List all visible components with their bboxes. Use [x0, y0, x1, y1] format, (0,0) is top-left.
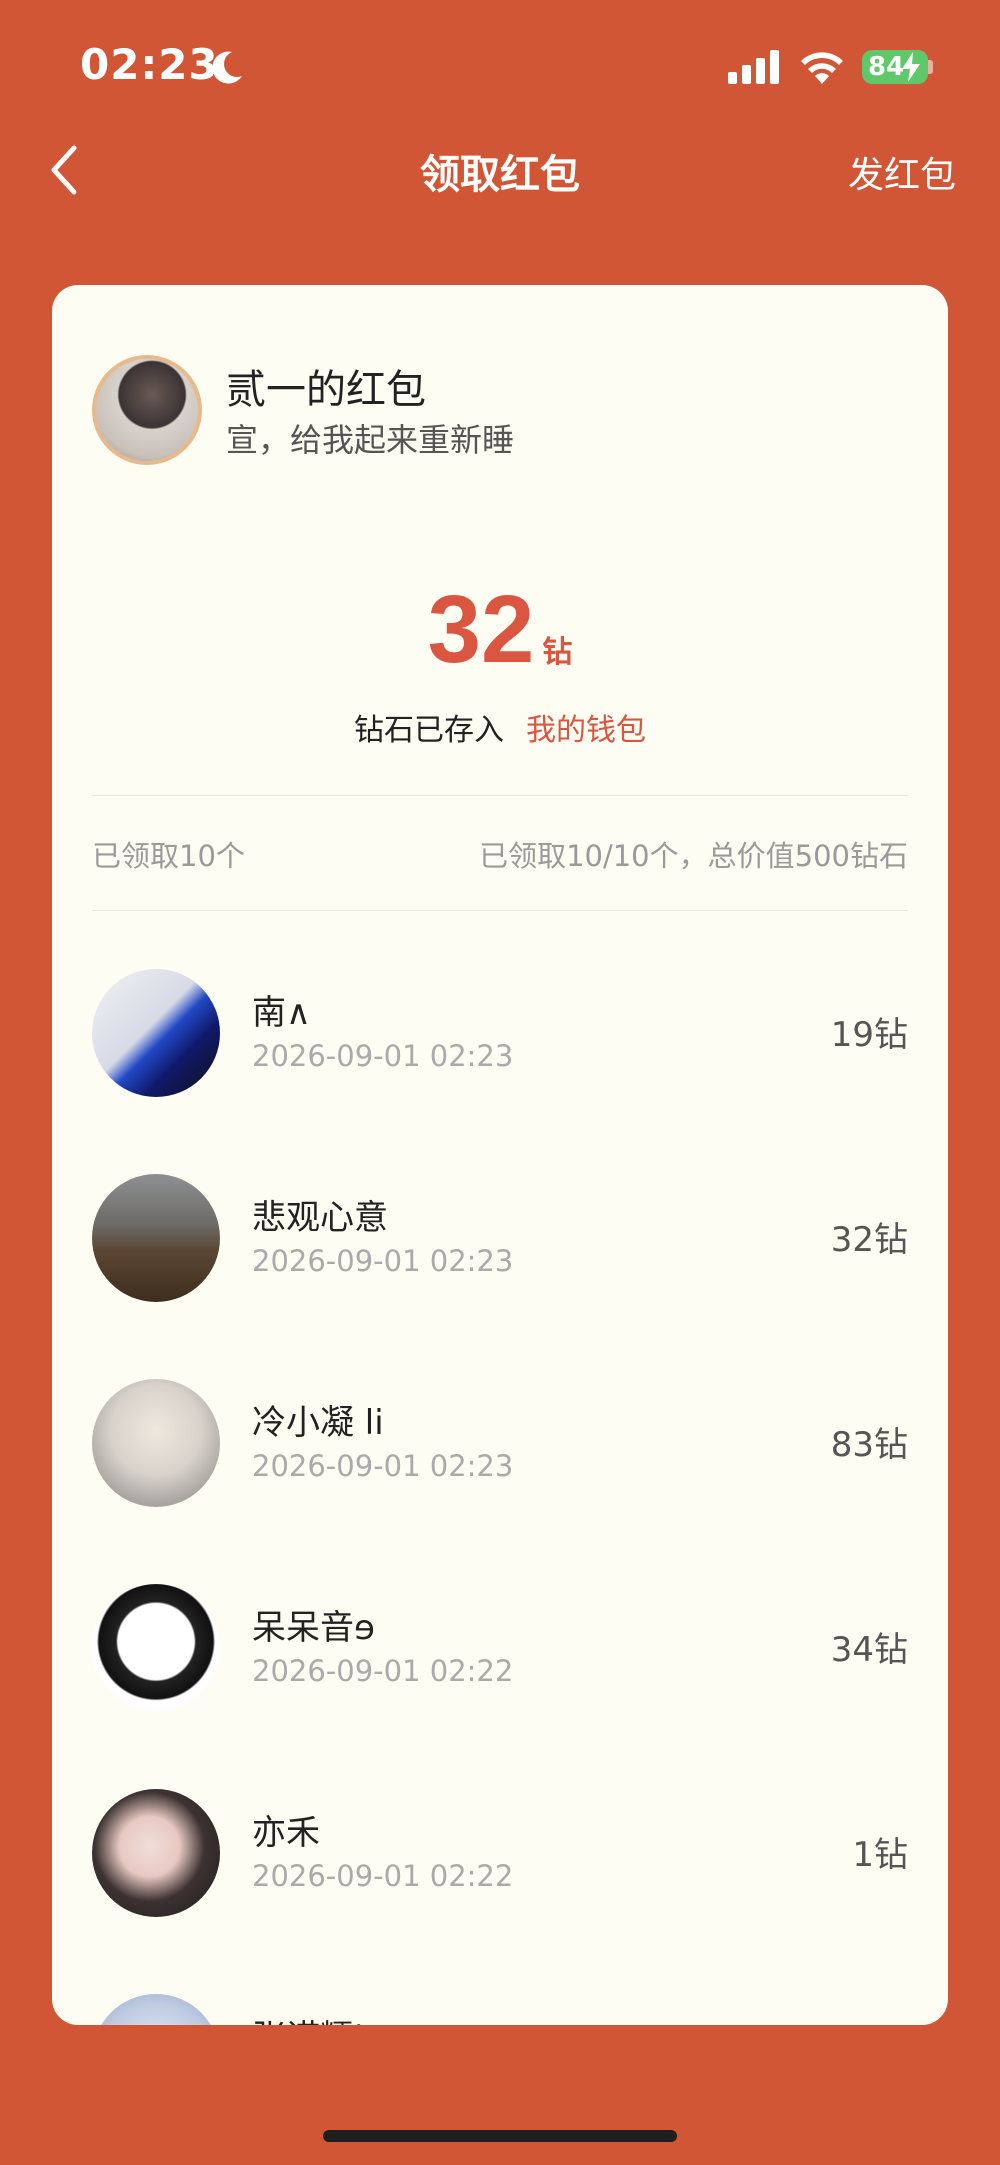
claim-time: 2026-09-01 02:22: [252, 1654, 514, 1688]
battery-cap: [928, 60, 933, 74]
avatar[interactable]: [92, 1789, 220, 1917]
wifi-icon: [801, 52, 843, 84]
sender-name: 贰一的红包: [226, 367, 426, 413]
claimer-name: 冷小凝 li: [252, 1403, 384, 1443]
claim-amount: 1钻: [852, 1835, 908, 1875]
red-packet-card: 贰一的红包 宣，给我起来重新睡 32 钻 钻石已存入 我的钱包 已领取10个 已领取…: [52, 285, 948, 2025]
avatar[interactable]: [92, 1174, 220, 1302]
list-item[interactable]: 悲观心意 2026-09-01 02:23 32钻: [52, 1150, 948, 1355]
claimer-name: 张诺糯': [252, 2010, 363, 2025]
claim-amount: 34钻: [830, 1630, 908, 1670]
claim-amount: 32钻: [830, 1220, 908, 1260]
divider: [92, 910, 908, 911]
status-time: 02:23: [80, 40, 219, 89]
avatar[interactable]: [92, 969, 220, 1097]
claim-time: 2026-09-01 02:23: [252, 1039, 514, 1073]
avatar[interactable]: [92, 1584, 220, 1712]
amount-unit: 钻: [542, 635, 573, 670]
claimed-summary: 已领取10/10个，总价值500钻石: [479, 839, 908, 873]
send-red-packet-button[interactable]: 发红包: [848, 146, 956, 198]
signal-icon: [728, 50, 779, 84]
moon-icon: [212, 51, 242, 84]
avatar[interactable]: [92, 1994, 220, 2025]
home-indicator[interactable]: [323, 2130, 677, 2142]
list-item[interactable]: 呆呆音ɘ 2026-09-01 02:22 34钻: [52, 1560, 948, 1765]
received-amount: 32 钻: [52, 575, 948, 685]
list-item[interactable]: 南∧ 2026-09-01 02:23 19钻: [52, 945, 948, 1150]
claim-time: 2026-09-01 02:22: [252, 1859, 514, 1893]
claimer-name: 亦禾: [252, 1813, 320, 1853]
claim-time: 2026-09-01 02:23: [252, 1449, 514, 1483]
claimer-name: 悲观心意: [252, 1198, 388, 1238]
divider: [92, 795, 908, 796]
sender-header: 贰一的红包 宣，给我起来重新睡: [92, 355, 912, 475]
claim-list: 南∧ 2026-09-01 02:23 19钻 悲观心意 2026-09-01 …: [52, 945, 948, 2025]
claimer-name: 呆呆音ɘ: [252, 1608, 375, 1648]
amount-value: 32: [427, 576, 535, 683]
avatar[interactable]: [92, 1379, 220, 1507]
sender-message: 宣，给我起来重新睡: [226, 421, 515, 459]
claimed-count: 已领取10个: [92, 839, 245, 873]
my-wallet-link[interactable]: 我的钱包: [526, 713, 646, 748]
list-item[interactable]: 亦禾 2026-09-01 02:22 1钻: [52, 1765, 948, 1970]
stored-line: 钻石已存入 我的钱包: [52, 705, 948, 749]
status-bar: 02:23 84: [0, 0, 1000, 130]
charging-icon: [902, 52, 920, 82]
claim-amount: 83钻: [830, 1425, 908, 1465]
claim-amount: 19钻: [830, 1015, 908, 1055]
claimer-name: 南∧: [252, 993, 311, 1033]
list-item[interactable]: 张诺糯': [52, 1970, 948, 2025]
sender-avatar[interactable]: [92, 355, 202, 465]
list-item[interactable]: 冷小凝 li 2026-09-01 02:23 83钻: [52, 1355, 948, 1560]
claim-time: 2026-09-01 02:23: [252, 1244, 514, 1278]
stored-text: 钻石已存入: [354, 713, 504, 748]
